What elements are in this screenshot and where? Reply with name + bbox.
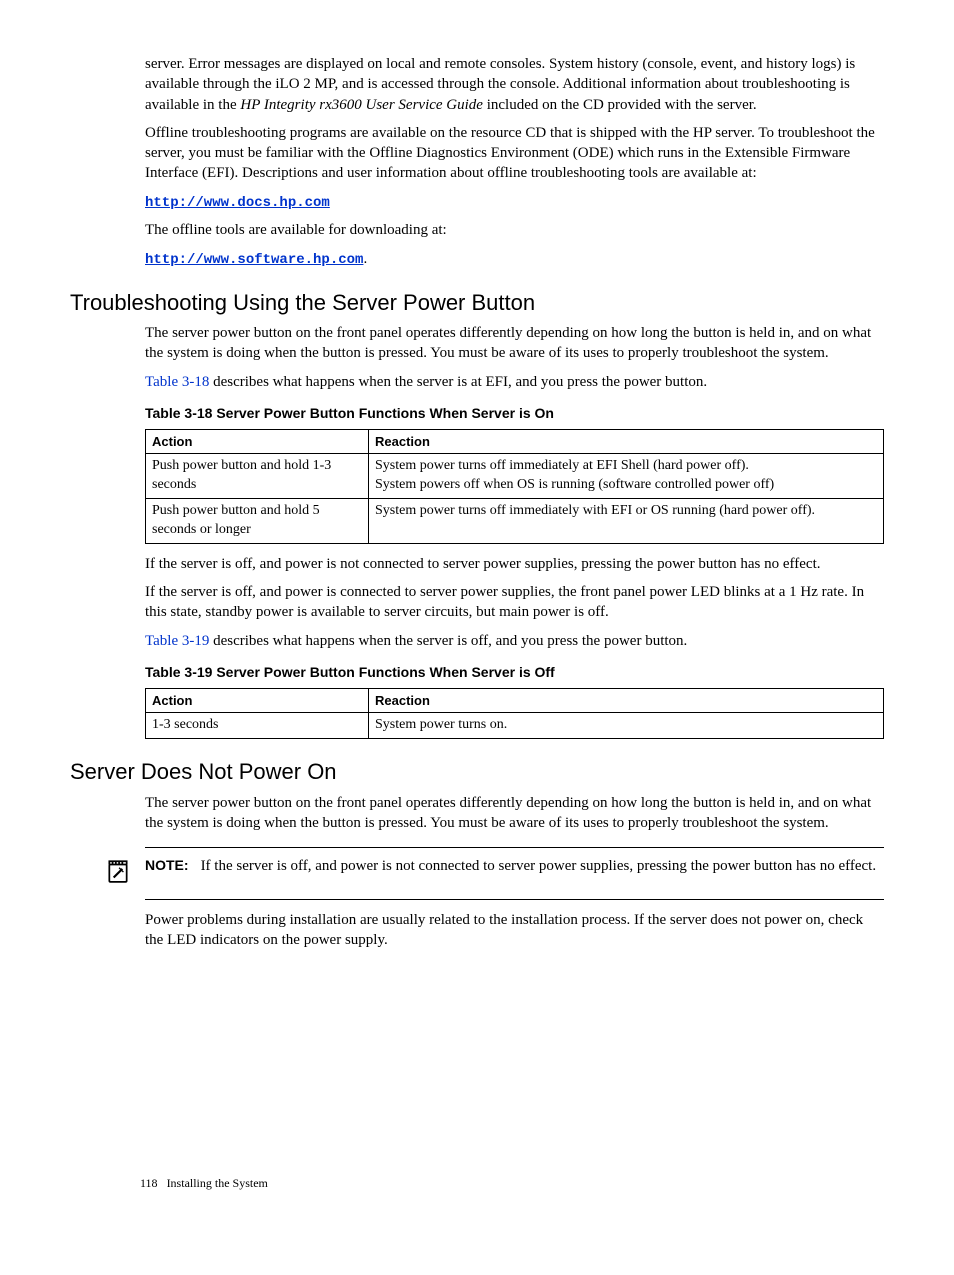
heading-server-does-not-power-on: Server Does Not Power On: [70, 757, 884, 787]
table-row: Push power button and hold 5 seconds or …: [146, 499, 884, 544]
table1-r1-reaction: System power turns off immediately with …: [369, 499, 884, 544]
table-3-18-title: Table 3-18 Server Power Button Functions…: [145, 404, 884, 423]
section1-p2-rest: describes what happens when the server i…: [209, 374, 707, 390]
link-software-suffix: .: [363, 251, 367, 267]
table1-r0-reaction: System power turns off immediately at EF…: [369, 454, 884, 499]
section2-p2: Power problems during installation are u…: [145, 910, 884, 951]
table2-header-reaction: Reaction: [369, 688, 884, 713]
page-footer: 118 Installing the System: [140, 1175, 268, 1191]
table-row: 1-3 seconds System power turns on.: [146, 713, 884, 739]
table-ref-3-19[interactable]: Table 3-19: [145, 633, 209, 649]
link-docs[interactable]: http://www.docs.hp.com: [145, 195, 330, 211]
table-row: Push power button and hold 1-3 seconds S…: [146, 454, 884, 499]
table2-r0-reaction: System power turns on.: [369, 713, 884, 739]
table2-r0-action: 1-3 seconds: [146, 713, 369, 739]
note-text: If the server is off, and power is not c…: [201, 858, 877, 874]
intro-paragraph-1: server. Error messages are displayed on …: [145, 54, 884, 115]
link-software-line: http://www.software.hp.com.: [145, 249, 884, 270]
section2-p1: The server power button on the front pan…: [145, 793, 884, 834]
section1-p4: If the server is off, and power is conne…: [145, 582, 884, 623]
table1-r1-action: Push power button and hold 5 seconds or …: [146, 499, 369, 544]
table-3-19-title: Table 3-19 Server Power Button Functions…: [145, 663, 884, 682]
table1-header-reaction: Reaction: [369, 429, 884, 454]
note-content: NOTE: If the server is off, and power is …: [145, 856, 876, 876]
link-software[interactable]: http://www.software.hp.com: [145, 252, 363, 268]
section1-p1: The server power button on the front pan…: [145, 323, 884, 364]
note-label: NOTE:: [145, 857, 189, 873]
table-ref-3-18[interactable]: Table 3-18: [145, 374, 209, 390]
table-3-18: Action Reaction Push power button and ho…: [145, 429, 884, 544]
link-docs-line: http://www.docs.hp.com: [145, 192, 884, 213]
footer-section: Installing the System: [167, 1176, 268, 1190]
intro-p1-b: included on the CD provided with the ser…: [483, 97, 757, 113]
section1-p3: If the server is off, and power is not c…: [145, 554, 884, 574]
intro-p1-italic: HP Integrity rx3600 User Service Guide: [240, 97, 483, 113]
footer-page-number: 118: [140, 1176, 158, 1190]
section1-p5: Table 3-19 describes what happens when t…: [145, 631, 884, 651]
table-3-19: Action Reaction 1-3 seconds System power…: [145, 688, 884, 739]
intro-paragraph-3: The offline tools are available for down…: [145, 220, 884, 240]
table2-header-action: Action: [146, 688, 369, 713]
section1-p5-rest: describes what happens when the server i…: [209, 633, 687, 649]
note-block: NOTE: If the server is off, and power is …: [145, 847, 884, 899]
intro-paragraph-2: Offline troubleshooting programs are ava…: [145, 123, 884, 184]
table1-r0-action: Push power button and hold 1-3 seconds: [146, 454, 369, 499]
note-icon: [105, 858, 133, 890]
heading-troubleshooting-power-button: Troubleshooting Using the Server Power B…: [70, 288, 884, 318]
table1-header-action: Action: [146, 429, 369, 454]
section1-p2: Table 3-18 describes what happens when t…: [145, 372, 884, 392]
